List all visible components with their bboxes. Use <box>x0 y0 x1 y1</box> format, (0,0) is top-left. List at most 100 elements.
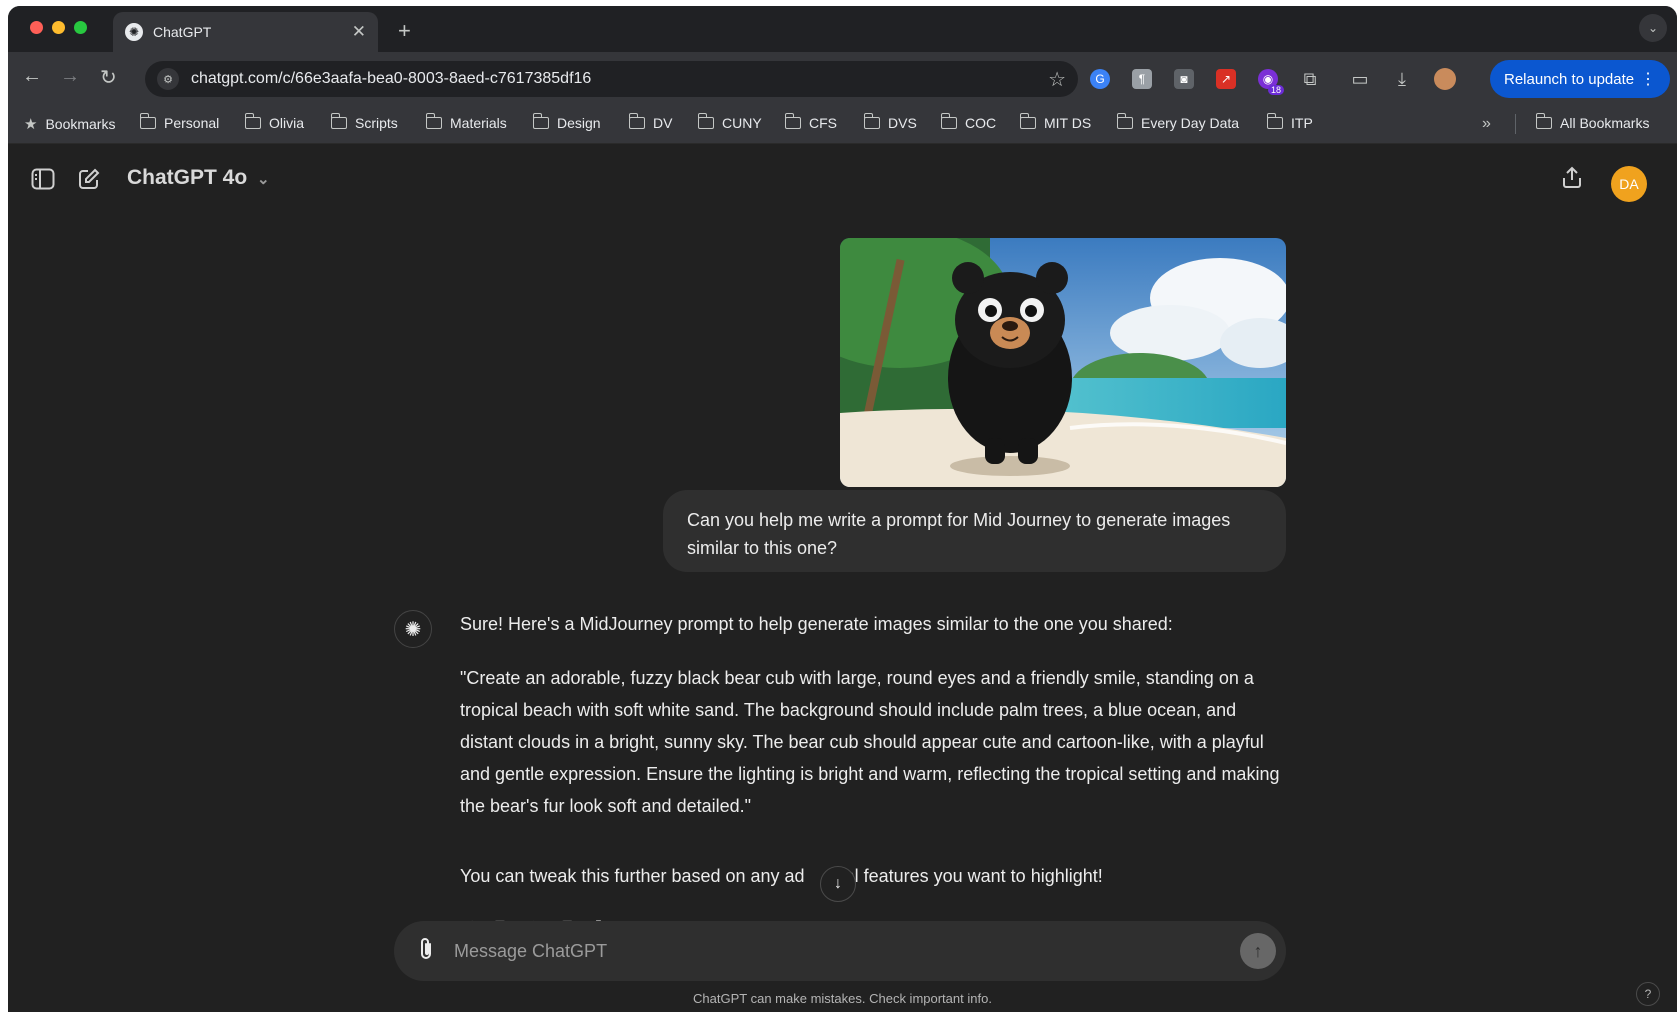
bookmark-folder[interactable]: Every Day Data <box>1116 113 1239 131</box>
maximize-window-button[interactable] <box>74 21 87 34</box>
bookmark-folder-label: CFS <box>809 115 837 131</box>
assistant-outro-end: nal features you want to highlight! <box>834 866 1103 886</box>
folder-icon <box>1116 113 1133 129</box>
help-button[interactable]: ? <box>1636 982 1660 1006</box>
assistant-outro-start: You can tweak this further based on any … <box>460 866 805 886</box>
folder-icon <box>330 113 347 129</box>
folder-icon <box>425 113 442 129</box>
url-text: chatgpt.com/c/66e3aafa-bea0-8003-8aed-c7… <box>191 70 592 87</box>
folder-icon <box>532 113 549 129</box>
bookmark-folder[interactable]: DV <box>628 113 673 131</box>
browser-window: ✺ ChatGPT ✕ + ⌄ ← → ↻ ⚙ chatgpt.com/c/66… <box>8 6 1677 1012</box>
folder-icon <box>784 113 801 129</box>
bookmark-folder-label: Scripts <box>355 115 398 131</box>
bookmark-folder[interactable]: ITP <box>1266 113 1313 131</box>
back-button[interactable]: ← <box>22 65 42 88</box>
assistant-outro-text: You can tweak this further based on any … <box>460 860 1286 892</box>
bookmark-folder[interactable]: DVS <box>863 113 917 131</box>
bookmark-star-icon[interactable]: ☆ <box>1048 67 1066 92</box>
site-settings-icon[interactable]: ⚙ <box>157 68 179 90</box>
folder-icon <box>244 113 261 129</box>
message-composer: ↑ <box>394 921 1286 981</box>
bookmark-folder-label: DVS <box>888 115 917 131</box>
chatgpt-favicon-icon: ✺ <box>125 23 143 41</box>
profile-avatar[interactable] <box>1434 68 1456 90</box>
folder-icon <box>139 113 156 129</box>
tab-title: ChatGPT <box>153 24 212 40</box>
bookmark-folder[interactable]: COC <box>940 113 997 131</box>
bookmark-folder[interactable]: Design <box>532 113 601 131</box>
bookmarks-divider <box>1515 114 1516 134</box>
more-options-icon[interactable]: ⋮ <box>1640 69 1656 89</box>
send-arrow-icon: ↑ <box>1253 940 1263 961</box>
arrow-down-icon: ↓ <box>834 875 842 892</box>
bookmark-folder-label: Design <box>557 115 601 131</box>
extension-camera-icon[interactable]: ◙ <box>1174 69 1194 89</box>
extension-pdf-icon[interactable]: ¶ <box>1132 69 1152 89</box>
scroll-to-bottom-button[interactable]: ↓ <box>820 866 856 902</box>
folder-icon <box>697 113 714 129</box>
folder-icon <box>863 113 880 129</box>
tab-strip: ✺ ChatGPT ✕ + ⌄ <box>8 6 1677 52</box>
folder-icon <box>628 113 645 129</box>
message-input[interactable] <box>454 935 1214 967</box>
openai-logo-icon: ✺ <box>394 610 432 648</box>
new-chat-icon[interactable] <box>78 168 100 190</box>
all-bookmarks-label: All Bookmarks <box>1560 115 1650 131</box>
folder-icon <box>1019 113 1036 129</box>
model-selector[interactable]: ChatGPT 4o ⌄ <box>127 166 270 190</box>
bookmark-folder[interactable]: Personal <box>139 113 220 131</box>
forward-button[interactable]: → <box>60 65 80 88</box>
folder-icon <box>1266 113 1283 129</box>
chevron-down-icon: ⌄ <box>257 171 270 188</box>
bookmark-folder-label: MIT DS <box>1044 115 1092 131</box>
relaunch-to-update-button[interactable]: Relaunch to update ⋮ <box>1490 60 1670 98</box>
uploaded-image-bear-on-beach[interactable] <box>840 238 1286 487</box>
extension-arrow-icon[interactable]: ↗ <box>1216 69 1236 89</box>
browser-toolbar: ← → ↻ ⚙ chatgpt.com/c/66e3aafa-bea0-8003… <box>8 52 1677 104</box>
share-icon[interactable] <box>1561 165 1583 189</box>
bookmark-folder-label: CUNY <box>722 115 762 131</box>
bookmark-folder[interactable]: Olivia <box>244 113 305 131</box>
attach-icon[interactable] <box>416 937 436 961</box>
cast-icon[interactable]: ▭ <box>1350 69 1370 89</box>
user-message-bubble: Can you help me write a prompt for Mid J… <box>663 490 1286 572</box>
user-avatar[interactable]: DA <box>1611 166 1647 202</box>
bookmarks-button[interactable]: ★ Bookmarks <box>24 115 115 133</box>
bookmark-folder[interactable]: Scripts <box>330 113 398 131</box>
extension-badge: 18 <box>1267 85 1284 95</box>
sidebar-toggle-icon[interactable] <box>31 168 55 190</box>
more-bookmarks-chevron-icon[interactable]: » <box>1482 115 1491 133</box>
bookmark-folder[interactable]: Materials <box>425 113 507 131</box>
all-bookmarks-button[interactable]: All Bookmarks <box>1535 113 1650 131</box>
star-icon: ★ <box>24 116 38 133</box>
close-tab-icon[interactable]: ✕ <box>352 22 366 42</box>
tab-search-button[interactable]: ⌄ <box>1639 14 1667 42</box>
bookmark-folder[interactable]: CUNY <box>697 113 762 131</box>
extensions-puzzle-icon[interactable]: ⧉ <box>1300 69 1320 89</box>
bookmarks-bar: ★ Bookmarks Personal Olivia Scripts Mate… <box>8 104 1677 144</box>
bookmark-folder-label: DV <box>653 115 673 131</box>
chat-header: ChatGPT 4o ⌄ DA <box>8 146 1677 206</box>
minimize-window-button[interactable] <box>52 21 65 34</box>
new-tab-button[interactable]: + <box>398 18 411 44</box>
folder-icon <box>1535 113 1552 129</box>
relaunch-label: Relaunch to update <box>1504 70 1635 88</box>
extension-google-icon[interactable]: G <box>1090 69 1110 89</box>
bookmark-folder[interactable]: CFS <box>784 113 837 131</box>
address-bar[interactable]: ⚙ chatgpt.com/c/66e3aafa-bea0-8003-8aed-… <box>145 61 1078 97</box>
bookmark-folder-label: Personal <box>164 115 220 131</box>
bookmark-folder-label: Olivia <box>269 115 305 131</box>
bookmark-folder-label: Materials <box>450 115 507 131</box>
reload-button[interactable]: ↻ <box>100 65 117 90</box>
bookmark-folder[interactable]: MIT DS <box>1019 113 1092 131</box>
tab-chatgpt[interactable]: ✺ ChatGPT ✕ <box>113 12 378 52</box>
bookmark-folder-label: COC <box>965 115 997 131</box>
download-icon[interactable]: ⤓ <box>1392 69 1412 89</box>
bookmark-folder-label: ITP <box>1291 115 1313 131</box>
extension-counter-icon[interactable]: ◉ 18 <box>1258 69 1284 95</box>
send-button[interactable]: ↑ <box>1240 933 1276 969</box>
close-window-button[interactable] <box>30 21 43 34</box>
assistant-prompt-text: "Create an adorable, fuzzy black bear cu… <box>460 668 1280 816</box>
model-name: ChatGPT 4o <box>127 166 248 189</box>
